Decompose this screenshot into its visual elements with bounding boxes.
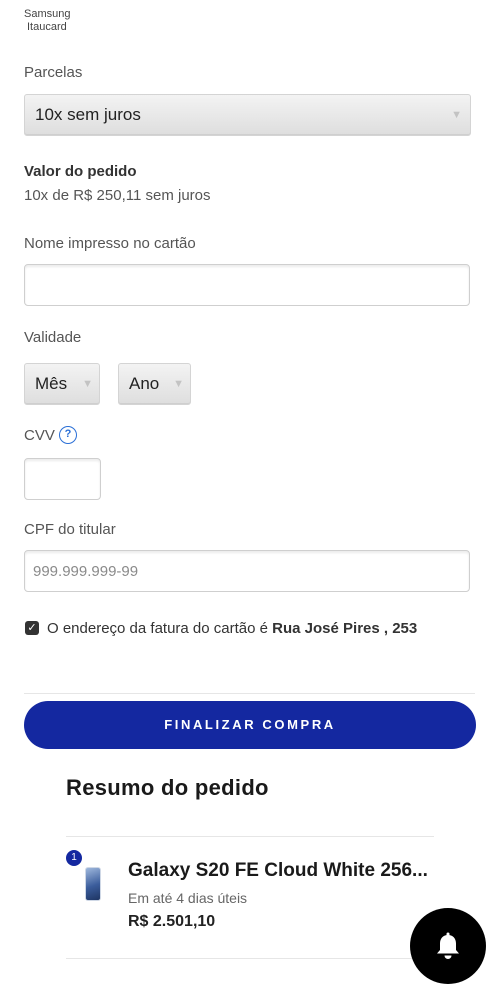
cpf-field[interactable] xyxy=(24,550,470,592)
card-name-field[interactable] xyxy=(24,264,470,306)
card-issuer-name: Samsung Itaucard xyxy=(24,8,70,34)
question-circle-icon[interactable]: ? xyxy=(59,426,77,444)
month-select[interactable]: Mês ▼ xyxy=(24,363,100,405)
installments-label: Parcelas xyxy=(24,64,83,81)
order-value-label: Valor do pedido xyxy=(24,163,137,180)
year-select[interactable]: Ano ▼ xyxy=(118,363,191,405)
list-item[interactable]: 1 Galaxy S20 FE Cloud White 256... Em at… xyxy=(66,850,466,950)
cpf-label: CPF do titular xyxy=(24,521,116,538)
cvv-field[interactable] xyxy=(24,458,101,500)
delivery-estimate: Em até 4 dias úteis xyxy=(128,890,248,906)
section-divider xyxy=(24,693,475,694)
cvv-label: CVV xyxy=(24,427,55,444)
summary-divider-bottom xyxy=(66,958,434,959)
billing-address-checkbox[interactable]: ✓ xyxy=(25,621,39,635)
installments-select[interactable]: 10x sem juros ▼ xyxy=(24,94,471,136)
product-price: R$ 2.501,10 xyxy=(128,913,216,930)
card-name-input[interactable] xyxy=(25,265,469,305)
chevron-down-icon: ▼ xyxy=(82,378,93,390)
validity-label: Validade xyxy=(24,329,82,346)
bell-icon xyxy=(437,932,459,959)
product-name: Galaxy S20 FE Cloud White 256... xyxy=(128,860,428,881)
cvv-input[interactable] xyxy=(25,459,100,499)
finalize-purchase-button[interactable]: FINALIZAR COMPRA xyxy=(24,701,476,749)
cpf-input[interactable] xyxy=(25,551,469,591)
issuer-line-2: Itaucard xyxy=(27,21,67,33)
issuer-line-1: Samsung xyxy=(24,8,71,20)
order-summary-title: Resumo do pedido xyxy=(66,775,269,800)
chevron-down-icon: ▼ xyxy=(451,109,462,121)
billing-address-prefix: O endereço da fatura do cartão é xyxy=(47,620,273,637)
billing-address-value: Rua José Pires , 253 xyxy=(272,620,418,637)
summary-divider xyxy=(66,836,434,837)
order-value-detail: 10x de R$ 250,11 sem juros xyxy=(24,187,211,204)
notification-button[interactable] xyxy=(410,908,486,984)
product-image xyxy=(85,867,101,901)
chevron-down-icon: ▼ xyxy=(173,378,184,390)
installments-value: 10x sem juros xyxy=(35,105,141,124)
month-value: Mês xyxy=(35,374,68,393)
year-value: Ano xyxy=(129,374,160,393)
billing-address-text: O endereço da fatura do cartão é Rua Jos… xyxy=(47,620,417,637)
card-name-label: Nome impresso no cartão xyxy=(24,235,196,252)
quantity-badge: 1 xyxy=(66,850,82,866)
